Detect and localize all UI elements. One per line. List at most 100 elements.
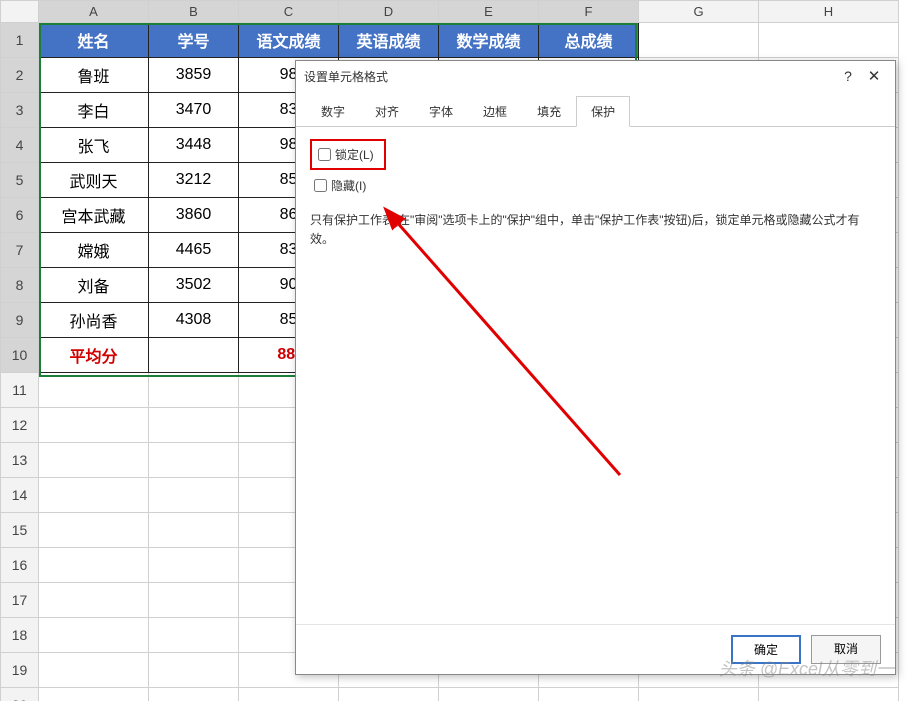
cell[interactable]: 鲁班: [39, 58, 149, 93]
cell[interactable]: 3859: [149, 58, 239, 93]
col-header-C[interactable]: C: [239, 1, 339, 23]
row-header[interactable]: 12: [1, 408, 39, 443]
select-all-corner[interactable]: [1, 1, 39, 23]
cell[interactable]: 语文成绩: [239, 23, 339, 58]
help-button[interactable]: ?: [835, 68, 861, 84]
cell[interactable]: [39, 373, 149, 408]
dialog-tabs: 数字 对齐 字体 边框 填充 保护: [296, 91, 895, 127]
cell[interactable]: 嫦娥: [39, 233, 149, 268]
col-header-E[interactable]: E: [439, 1, 539, 23]
col-header-B[interactable]: B: [149, 1, 239, 23]
tab-alignment[interactable]: 对齐: [360, 96, 414, 127]
cell[interactable]: [149, 338, 239, 373]
cell[interactable]: [759, 23, 899, 58]
col-header-A[interactable]: A: [39, 1, 149, 23]
cell[interactable]: [39, 688, 149, 701]
cell[interactable]: 数学成绩: [439, 23, 539, 58]
cell[interactable]: 平均分: [39, 338, 149, 373]
tab-number[interactable]: 数字: [306, 96, 360, 127]
dialog-title: 设置单元格格式: [304, 68, 835, 85]
cell[interactable]: 3212: [149, 163, 239, 198]
cell[interactable]: 李白: [39, 93, 149, 128]
col-header-G[interactable]: G: [639, 1, 759, 23]
lock-checkbox[interactable]: [318, 148, 331, 161]
cell[interactable]: [39, 478, 149, 513]
tab-font[interactable]: 字体: [414, 96, 468, 127]
cell[interactable]: 4465: [149, 233, 239, 268]
cell[interactable]: 3860: [149, 198, 239, 233]
cell[interactable]: 武则天: [39, 163, 149, 198]
row-header[interactable]: 16: [1, 548, 39, 583]
cell[interactable]: 4308: [149, 303, 239, 338]
cell[interactable]: [39, 583, 149, 618]
cell[interactable]: 总成绩: [539, 23, 639, 58]
close-button[interactable]: ✕: [861, 67, 887, 85]
col-header-F[interactable]: F: [539, 1, 639, 23]
row-header[interactable]: 19: [1, 653, 39, 688]
cell[interactable]: 孙尚香: [39, 303, 149, 338]
cell[interactable]: [149, 373, 239, 408]
col-header-H[interactable]: H: [759, 1, 899, 23]
cell[interactable]: [149, 443, 239, 478]
cell[interactable]: [149, 513, 239, 548]
cell[interactable]: [39, 548, 149, 583]
row-header[interactable]: 2: [1, 58, 39, 93]
cell[interactable]: [539, 688, 639, 701]
cell[interactable]: [39, 618, 149, 653]
cell[interactable]: 宫本武藏: [39, 198, 149, 233]
cell[interactable]: [639, 688, 759, 701]
row-header[interactable]: 13: [1, 443, 39, 478]
cell[interactable]: 张飞: [39, 128, 149, 163]
cell[interactable]: [39, 443, 149, 478]
cell[interactable]: [39, 653, 149, 688]
cell[interactable]: [339, 688, 439, 701]
row-header[interactable]: 6: [1, 198, 39, 233]
row-header[interactable]: 11: [1, 373, 39, 408]
row-header[interactable]: 3: [1, 93, 39, 128]
cell[interactable]: [39, 513, 149, 548]
tab-protection[interactable]: 保护: [576, 96, 630, 127]
cell[interactable]: [639, 23, 759, 58]
row-header[interactable]: 9: [1, 303, 39, 338]
row-header[interactable]: 4: [1, 128, 39, 163]
cell[interactable]: 学号: [149, 23, 239, 58]
cell[interactable]: [149, 583, 239, 618]
hide-label: 隐藏(I): [331, 177, 366, 194]
cell[interactable]: 3502: [149, 268, 239, 303]
lock-option-highlight: 锁定(L): [310, 139, 386, 170]
ok-button[interactable]: 确定: [731, 635, 801, 664]
tab-border[interactable]: 边框: [468, 96, 522, 127]
cell[interactable]: [439, 688, 539, 701]
row-header[interactable]: 5: [1, 163, 39, 198]
cell[interactable]: [149, 548, 239, 583]
lock-label: 锁定(L): [335, 146, 374, 163]
cell[interactable]: [149, 408, 239, 443]
protection-note: 只有保护工作表(在"审阅"选项卡上的"保护"组中，单击"保护工作表"按钮)后，锁…: [310, 211, 881, 249]
cell[interactable]: 3470: [149, 93, 239, 128]
cell[interactable]: 英语成绩: [339, 23, 439, 58]
row-header[interactable]: 8: [1, 268, 39, 303]
hide-checkbox[interactable]: [314, 179, 327, 192]
dialog-buttons: 确定 取消: [296, 624, 895, 674]
cell[interactable]: [149, 618, 239, 653]
cell[interactable]: [149, 688, 239, 701]
row-header[interactable]: 18: [1, 618, 39, 653]
cell[interactable]: [759, 688, 899, 701]
cancel-button[interactable]: 取消: [811, 635, 881, 664]
row-header[interactable]: 10: [1, 338, 39, 373]
tab-fill[interactable]: 填充: [522, 96, 576, 127]
row-header[interactable]: 17: [1, 583, 39, 618]
row-header[interactable]: 20: [1, 688, 39, 701]
row-header[interactable]: 1: [1, 23, 39, 58]
cell[interactable]: [239, 688, 339, 701]
col-header-D[interactable]: D: [339, 1, 439, 23]
cell[interactable]: 3448: [149, 128, 239, 163]
cell[interactable]: [149, 478, 239, 513]
cell[interactable]: 姓名: [39, 23, 149, 58]
row-header[interactable]: 14: [1, 478, 39, 513]
cell[interactable]: 刘备: [39, 268, 149, 303]
cell[interactable]: [149, 653, 239, 688]
row-header[interactable]: 15: [1, 513, 39, 548]
row-header[interactable]: 7: [1, 233, 39, 268]
cell[interactable]: [39, 408, 149, 443]
